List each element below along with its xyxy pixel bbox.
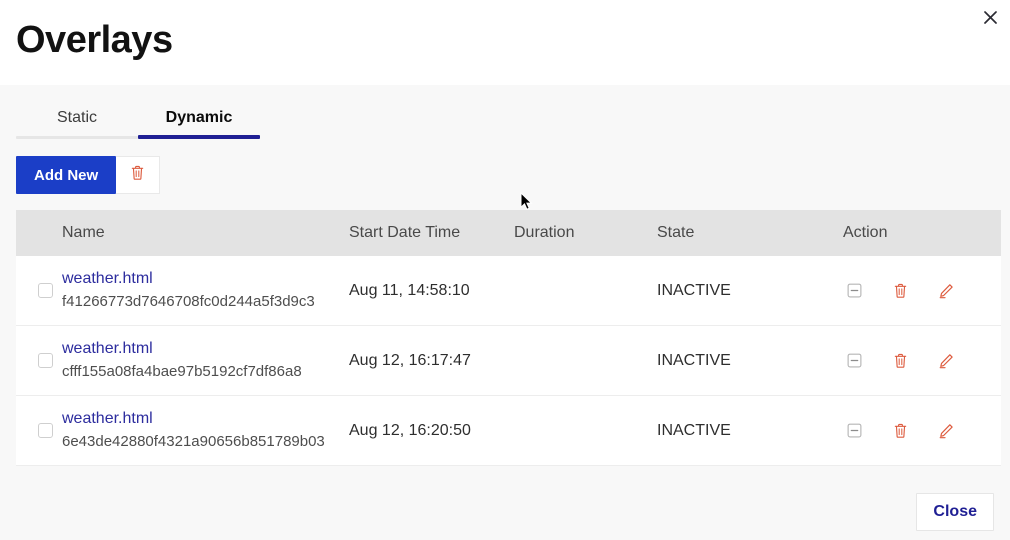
column-header-name: Name	[62, 210, 349, 256]
row-checkbox-cell	[16, 326, 62, 396]
row-checkbox[interactable]	[38, 353, 53, 368]
tab-dynamic-underline	[138, 135, 260, 139]
overlay-hash: cfff155a08fa4bae97b5192cf7df86a8	[62, 361, 349, 383]
row-checkbox-cell	[16, 396, 62, 466]
column-header-checkbox	[16, 210, 62, 256]
cell-actions	[843, 396, 1001, 466]
overlay-name-link[interactable]: weather.html	[62, 268, 349, 290]
overlay-name-link[interactable]: weather.html	[62, 338, 349, 360]
toolbar: Add New	[0, 156, 1010, 194]
close-x-icon[interactable]	[979, 6, 1001, 28]
row-checkbox[interactable]	[38, 283, 53, 298]
cell-name: weather.html f41266773d7646708fc0d244a5f…	[62, 256, 349, 326]
stop-icon[interactable]	[845, 282, 863, 300]
cell-actions	[843, 256, 1001, 326]
table-header-row: Name Start Date Time Duration State Acti…	[16, 210, 1001, 256]
delete-selected-button[interactable]	[116, 156, 160, 194]
cell-duration	[514, 256, 657, 326]
tab-dynamic-label: Dynamic	[166, 109, 233, 126]
trash-icon[interactable]	[891, 282, 909, 300]
cell-state: INACTIVE	[657, 396, 843, 466]
column-header-state: State	[657, 210, 843, 256]
stop-icon[interactable]	[845, 422, 863, 440]
column-header-action: Action	[843, 210, 1001, 256]
cell-state: INACTIVE	[657, 326, 843, 396]
edit-pencil-icon[interactable]	[937, 352, 955, 370]
edit-pencil-icon[interactable]	[937, 422, 955, 440]
tab-static-label: Static	[57, 109, 97, 126]
tab-bar: Static Dynamic	[0, 85, 1010, 140]
overlay-hash: 6e43de42880f4321a90656b851789b03	[62, 431, 349, 453]
dialog-footer: Close	[0, 484, 1010, 540]
cell-name: weather.html 6e43de42880f4321a90656b8517…	[62, 396, 349, 466]
tab-dynamic[interactable]: Dynamic	[138, 105, 260, 139]
cell-start-date-time: Aug 12, 16:20:50	[349, 396, 514, 466]
overlays-table: Name Start Date Time Duration State Acti…	[16, 210, 1001, 466]
stop-icon[interactable]	[845, 352, 863, 370]
dialog-body: Static Dynamic Add New	[0, 85, 1010, 540]
column-header-start-date-time: Start Date Time	[349, 210, 514, 256]
add-new-button[interactable]: Add New	[16, 156, 116, 194]
cell-start-date-time: Aug 11, 14:58:10	[349, 256, 514, 326]
cell-state: INACTIVE	[657, 256, 843, 326]
trash-icon	[130, 165, 145, 186]
row-checkbox[interactable]	[38, 423, 53, 438]
page-title: Overlays	[16, 16, 173, 64]
tab-static[interactable]: Static	[16, 105, 138, 139]
table-row: weather.html cfff155a08fa4bae97b5192cf7d…	[16, 326, 1001, 396]
table-row: weather.html f41266773d7646708fc0d244a5f…	[16, 256, 1001, 326]
cell-name: weather.html cfff155a08fa4bae97b5192cf7d…	[62, 326, 349, 396]
cell-duration	[514, 326, 657, 396]
edit-pencil-icon[interactable]	[937, 282, 955, 300]
cell-duration	[514, 396, 657, 466]
dialog-header: Overlays	[0, 0, 1010, 85]
trash-icon[interactable]	[891, 352, 909, 370]
overlay-name-link[interactable]: weather.html	[62, 408, 349, 430]
row-checkbox-cell	[16, 256, 62, 326]
cell-start-date-time: Aug 12, 16:17:47	[349, 326, 514, 396]
cell-actions	[843, 326, 1001, 396]
close-button[interactable]: Close	[916, 493, 994, 531]
column-header-duration: Duration	[514, 210, 657, 256]
tab-static-underline	[16, 136, 138, 139]
table-row: weather.html 6e43de42880f4321a90656b8517…	[16, 396, 1001, 466]
trash-icon[interactable]	[891, 422, 909, 440]
overlay-hash: f41266773d7646708fc0d244a5f3d9c3	[62, 291, 349, 313]
